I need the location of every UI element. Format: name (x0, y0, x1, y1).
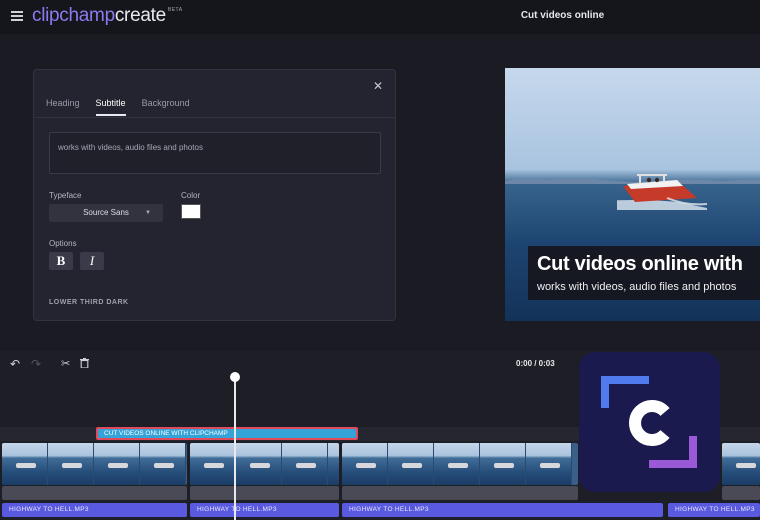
chevron-down-icon: ▼ (145, 210, 151, 216)
audio-clip[interactable]: HIGHWAY TO HELL.MP3 (668, 503, 760, 517)
color-label: Color (181, 191, 201, 200)
subtitle-text-input[interactable]: works with videos, audio files and photo… (49, 132, 381, 174)
typeface-select[interactable]: Source Sans ▼ (49, 204, 163, 222)
logo-part1: clipchamp (32, 5, 115, 26)
video-preview[interactable]: Cut videos online with works with videos… (505, 68, 760, 321)
audio-waveform (722, 486, 760, 500)
italic-button[interactable]: I (80, 252, 104, 270)
video-clip[interactable] (722, 443, 760, 485)
playhead-handle[interactable] (230, 372, 240, 382)
tab-heading[interactable]: Heading (46, 98, 80, 116)
split-icon[interactable]: ✂ (61, 357, 70, 370)
tabs-divider (34, 117, 395, 118)
color-swatch[interactable] (181, 204, 201, 219)
tab-subtitle[interactable]: Subtitle (95, 98, 126, 116)
options-label: Options (49, 239, 77, 248)
close-icon[interactable]: ✕ (373, 79, 383, 93)
clipchamp-logo-icon (601, 376, 697, 468)
preview-title: Cut videos online with (537, 253, 743, 275)
video-clip[interactable] (2, 443, 187, 485)
playhead-line[interactable] (234, 378, 236, 520)
style-preset-label: LOWER THIRD DARK (49, 299, 129, 306)
audio-waveform (190, 486, 339, 500)
audio-clip[interactable]: HIGHWAY TO HELL.MP3 (2, 503, 187, 517)
preview-subtitle: works with videos, audio files and photo… (537, 281, 737, 293)
timecode: 0:00 / 0:03 (516, 359, 555, 368)
page-title: Cut videos online (520, 10, 605, 21)
text-editor-panel: ✕ Heading Subtitle Background works with… (33, 69, 396, 321)
video-clip[interactable] (342, 443, 578, 485)
top-bar: clipchampcreate BETA Cut videos online (0, 0, 760, 34)
lower-third-overlay: Cut videos online with works with videos… (528, 246, 760, 300)
hamburger-menu-icon[interactable] (11, 11, 23, 21)
beta-tag: BETA (167, 7, 183, 13)
speedboat-image (617, 174, 707, 210)
text-clip[interactable]: CUT VIDEOS ONLINE WITH CLIPCHAMP (96, 427, 358, 440)
app-logo[interactable]: clipchampcreate BETA (32, 5, 183, 27)
audio-waveform (342, 486, 578, 500)
redo-icon[interactable]: ↷ (31, 357, 41, 371)
logo-part2: create (114, 5, 166, 26)
typeface-value: Source Sans (83, 208, 129, 217)
undo-icon[interactable]: ↶ (10, 357, 20, 371)
panel-tabs: Heading Subtitle Background (46, 98, 190, 116)
typeface-label: Typeface (49, 191, 82, 200)
clipchamp-app-badge (579, 352, 720, 492)
video-clip[interactable] (190, 443, 339, 485)
trash-icon[interactable] (80, 358, 89, 368)
bold-button[interactable]: B (49, 252, 73, 270)
audio-clip[interactable]: HIGHWAY TO HELL.MP3 (190, 503, 339, 517)
audio-waveform (2, 486, 187, 500)
tab-background[interactable]: Background (142, 98, 190, 116)
audio-clip[interactable]: HIGHWAY TO HELL.MP3 (342, 503, 663, 517)
